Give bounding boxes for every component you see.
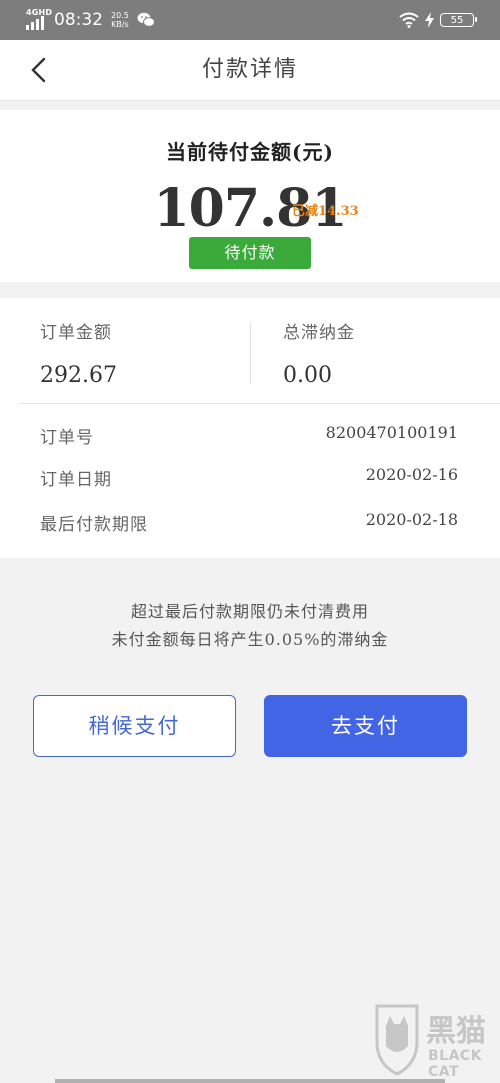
battery-icon: 55: [440, 13, 477, 27]
wechat-icon: [137, 12, 155, 27]
pay-later-button[interactable]: 稍候支付: [33, 695, 236, 757]
order-date-value: 2020-02-16: [365, 465, 458, 484]
late-fee-block: 总滞纳金 0.00: [283, 318, 355, 388]
order-number-label: 订单号: [40, 428, 94, 448]
horizontal-divider: [20, 403, 500, 404]
late-fee-value: 0.00: [283, 363, 332, 388]
speed-unit: KB/s: [111, 20, 129, 29]
order-date-label: 订单日期: [40, 470, 112, 490]
status-bar-right: 55: [399, 10, 477, 30]
order-number-row: 订单号 8200470100191: [40, 423, 458, 448]
notice-line-2: 未付金额每日将产生0.05%的滞纳金: [111, 630, 389, 649]
network-speed: 20.5 KB/s: [111, 11, 129, 29]
amount-card: 当前待付金额(元) 107.81 已减14.33 待付款: [0, 110, 500, 282]
amount-row: 107.81 已减14.33: [0, 178, 500, 239]
amount-label: 当前待付金额(元): [166, 140, 334, 164]
watermark-text-en: BLACK CAT: [428, 1048, 483, 1080]
order-amount-block: 订单金额 292.67: [40, 318, 117, 388]
payment-deadline-label: 最后付款期限: [40, 515, 148, 535]
payment-detail-screen: 4GHD 08:32 20.5 KB/s 55 付款详情 当前待付金额(元) 1…: [0, 0, 500, 1083]
wifi-icon: [399, 12, 419, 28]
speed-value: 20.5: [111, 11, 129, 20]
reduced-amount: 已减14.33: [292, 204, 359, 219]
order-number-value: 8200470100191: [325, 423, 458, 442]
cat-shield-icon: [375, 1004, 419, 1076]
home-indicator: [55, 1079, 445, 1083]
watermark-logo: 黑猫 BLACK CAT: [372, 1000, 500, 1080]
late-fee-notice: 超过最后付款期限仍未付清费用 未付金额每日将产生0.05%的滞纳金: [0, 598, 500, 654]
status-bar: 4GHD 08:32 20.5 KB/s 55: [0, 0, 500, 40]
nav-header: 付款详情: [0, 40, 500, 101]
pay-now-button[interactable]: 去支付: [264, 695, 467, 757]
order-date-row: 订单日期 2020-02-16: [40, 465, 458, 490]
payment-deadline-value: 2020-02-18: [365, 510, 458, 529]
signal-icon: 4GHD: [26, 8, 52, 30]
watermark-text-cn: 黑猫: [426, 1014, 486, 1049]
notice-line-1: 超过最后付款期限仍未付清费用: [130, 602, 369, 621]
vertical-divider: [250, 322, 251, 384]
order-amount-label: 订单金额: [40, 323, 112, 343]
status-time: 08:32: [54, 10, 103, 30]
late-fee-label: 总滞纳金: [283, 323, 355, 343]
order-amount-value: 292.67: [40, 363, 117, 388]
charging-icon: [425, 12, 434, 28]
order-info-card: 订单金额 292.67 总滞纳金 0.00 订单号 8200470100191 …: [0, 298, 500, 558]
page-title: 付款详情: [201, 57, 298, 82]
status-bar-left: 4GHD 08:32 20.5 KB/s: [26, 8, 155, 32]
status-badge: 待付款: [189, 237, 311, 269]
payment-deadline-row: 最后付款期限 2020-02-18: [40, 510, 458, 535]
